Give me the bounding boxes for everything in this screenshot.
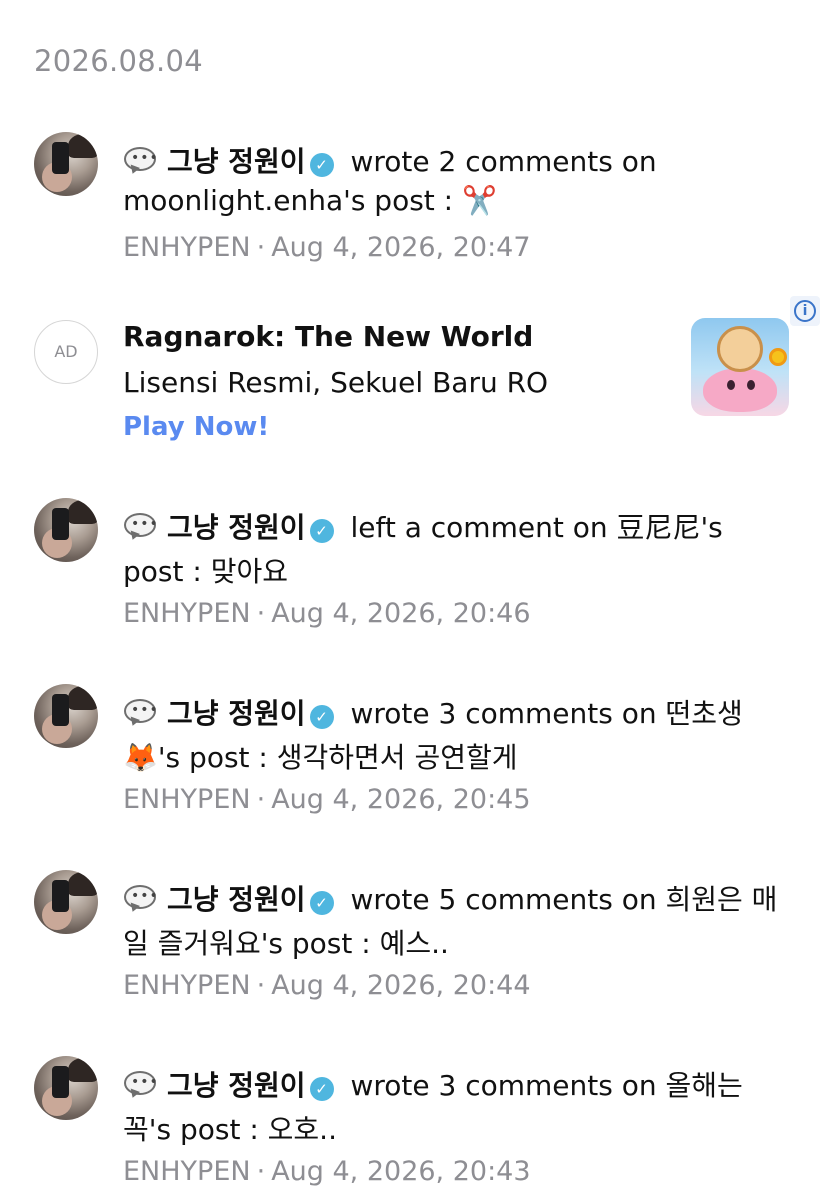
ad-title[interactable]: Ragnarok: The New World: [123, 320, 533, 353]
speech-bubble-icon: •••: [123, 512, 158, 542]
separator: ·: [256, 1156, 266, 1187]
activity-line-2[interactable]: post : 맞아요: [123, 550, 288, 590]
meta-line: ENHYPEN · Aug 4, 2026, 20:45: [123, 784, 531, 815]
activity-line-2[interactable]: 🦊's post : 생각하면서 공연할게: [123, 736, 518, 776]
activity-line-1: ••• 그냥 정원이 ✓ left a comment on 豆尼尼's: [123, 506, 723, 546]
list-item[interactable]: ••• 그냥 정원이 ✓ wrote 2 comments on moonlight…: [0, 132, 822, 292]
avatar[interactable]: [34, 132, 98, 196]
activity-line-1: ••• 그냥 정원이 ✓ wrote 3 comments on 올해는: [123, 1064, 743, 1104]
user-name[interactable]: 그냥 정원이: [167, 145, 306, 178]
list-item[interactable]: ••• 그냥 정원이 ✓ wrote 3 comments on 떤초생 🦊's p…: [0, 684, 822, 844]
meta-line: ENHYPEN · Aug 4, 2026, 20:46: [123, 598, 531, 629]
timestamp: Aug 4, 2026, 20:44: [271, 970, 531, 1001]
meta-line: ENHYPEN · Aug 4, 2026, 20:43: [123, 1156, 531, 1187]
list-item[interactable]: ••• 그냥 정원이 ✓ wrote 3 comments on 올해는 꼭's p…: [0, 1056, 822, 1200]
verified-check-icon: ✓: [309, 705, 334, 729]
activity-text: wrote 2 comments on: [341, 145, 657, 178]
group-name[interactable]: ENHYPEN: [123, 970, 251, 1001]
ad-subtitle: Lisensi Resmi, Sekuel Baru RO: [123, 366, 549, 399]
avatar[interactable]: [34, 498, 98, 562]
group-name[interactable]: ENHYPEN: [123, 784, 251, 815]
verified-check-icon: ✓: [309, 1077, 334, 1101]
group-name[interactable]: ENHYPEN: [123, 1156, 251, 1187]
timestamp: Aug 4, 2026, 20:43: [271, 1156, 531, 1187]
activity-line-1: ••• 그냥 정원이 ✓ wrote 2 comments on: [123, 140, 657, 180]
activity-text: wrote 3 comments on 올해는: [341, 1069, 743, 1102]
user-name[interactable]: 그냥 정원이: [167, 511, 306, 544]
timestamp: Aug 4, 2026, 20:47: [271, 232, 531, 263]
user-name[interactable]: 그냥 정원이: [167, 697, 306, 730]
activity-text: left a comment on 豆尼尼's: [341, 511, 723, 544]
separator: ·: [256, 970, 266, 1001]
group-name[interactable]: ENHYPEN: [123, 232, 251, 263]
verified-check-icon: ✓: [309, 153, 334, 177]
avatar[interactable]: [34, 870, 98, 934]
verified-check-icon: ✓: [309, 891, 334, 915]
timestamp: Aug 4, 2026, 20:46: [271, 598, 531, 629]
date-header: 2026.08.04: [34, 44, 204, 78]
list-item[interactable]: ••• 그냥 정원이 ✓ wrote 5 comments on 희원은 매 일 즐…: [0, 870, 822, 1030]
ad-block[interactable]: AD Ragnarok: The New World Lisensi Resmi…: [0, 296, 822, 452]
speech-bubble-icon: •••: [123, 698, 158, 728]
verified-check-icon: ✓: [309, 519, 334, 543]
group-name[interactable]: ENHYPEN: [123, 598, 251, 629]
list-item[interactable]: ••• 그냥 정원이 ✓ left a comment on 豆尼尼's post …: [0, 498, 822, 658]
info-icon[interactable]: i: [790, 296, 820, 326]
activity-line-2[interactable]: 꼭's post : 오호..: [123, 1108, 337, 1148]
separator: ·: [256, 598, 266, 629]
activity-text: wrote 3 comments on 떤초생: [341, 697, 743, 730]
avatar[interactable]: [34, 1056, 98, 1120]
meta-line: ENHYPEN · Aug 4, 2026, 20:47: [123, 232, 531, 263]
play-now-button[interactable]: Play Now!: [123, 412, 269, 442]
activity-line-2[interactable]: moonlight.enha's post : ✂️: [123, 184, 497, 217]
timestamp: Aug 4, 2026, 20:45: [271, 784, 531, 815]
separator: ·: [256, 232, 266, 263]
ad-thumbnail[interactable]: [691, 318, 789, 416]
activity-line-1: ••• 그냥 정원이 ✓ wrote 5 comments on 희원은 매: [123, 878, 777, 918]
speech-bubble-icon: •••: [123, 1070, 158, 1100]
speech-bubble-icon: •••: [123, 146, 158, 176]
meta-line: ENHYPEN · Aug 4, 2026, 20:44: [123, 970, 531, 1001]
activity-line-2[interactable]: 일 즐거워요's post : 예스..: [123, 922, 449, 962]
activity-text: wrote 5 comments on 희원은 매: [341, 883, 778, 916]
separator: ·: [256, 784, 266, 815]
avatar[interactable]: [34, 684, 98, 748]
user-name[interactable]: 그냥 정원이: [167, 1069, 306, 1102]
activity-line-1: ••• 그냥 정원이 ✓ wrote 3 comments on 떤초생: [123, 692, 743, 732]
user-name[interactable]: 그냥 정원이: [167, 883, 306, 916]
ad-badge: AD: [34, 320, 98, 384]
speech-bubble-icon: •••: [123, 884, 158, 914]
